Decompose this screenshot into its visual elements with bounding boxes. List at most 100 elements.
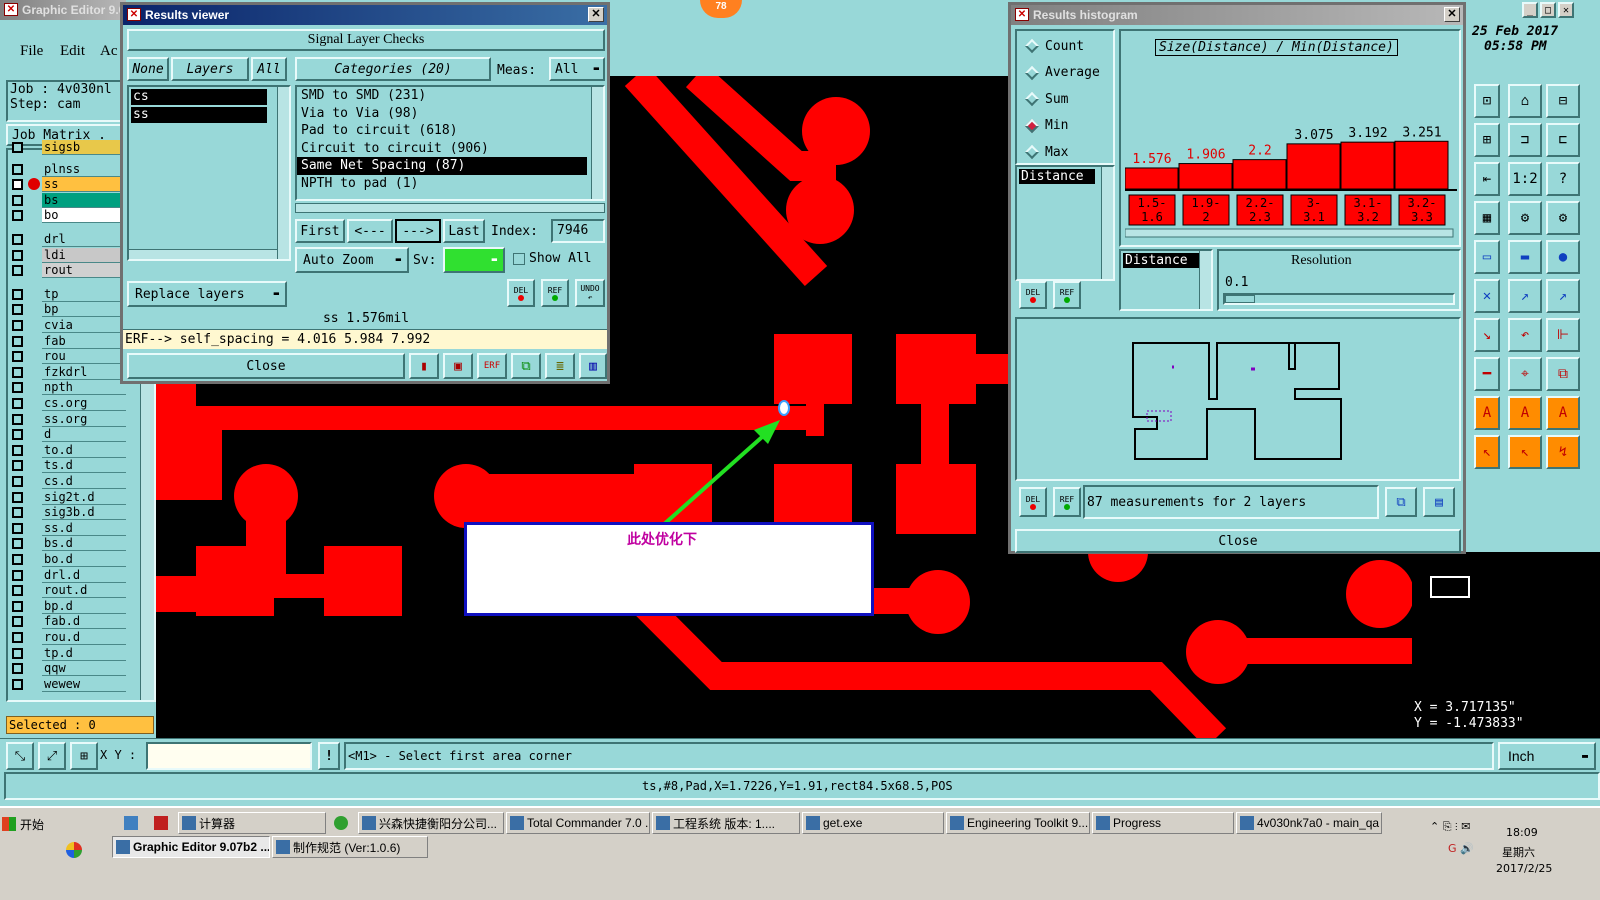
layer-checkbox[interactable] [12, 234, 23, 245]
zoom-area-button[interactable]: ⤢ [38, 742, 66, 770]
tool-button-22[interactable]: ━ [1474, 357, 1500, 391]
layer-checkbox[interactable] [12, 444, 23, 456]
layer-checkbox[interactable] [12, 647, 23, 659]
hist-del-button[interactable]: DEL [1019, 281, 1047, 309]
hist-ref-button[interactable]: REF [1053, 281, 1081, 309]
layer-checkbox[interactable] [12, 569, 23, 581]
layer-checkbox[interactable] [12, 413, 23, 425]
layer-row[interactable]: cvia [10, 318, 126, 333]
tool-button-7[interactable]: ⇤ [1474, 162, 1500, 196]
replace-layers-select[interactable]: Replace layers ▬ [127, 281, 287, 307]
pointer-tool-icon[interactable]: ▮ [409, 353, 439, 379]
taskbar-item[interactable]: 制作规范 (Ver:1.0.6) [272, 836, 428, 858]
tool-button-6[interactable]: ⊏ [1546, 123, 1580, 157]
tool-button-2[interactable]: ⌂ [1508, 84, 1542, 118]
layer-row[interactable]: rou [10, 349, 126, 365]
index-field[interactable]: 7946 [551, 219, 605, 243]
close-icon[interactable]: ✕ [1444, 7, 1460, 22]
layer-row[interactable]: cs.d [10, 474, 126, 489]
report-tool-icon[interactable]: ≣ [545, 353, 575, 379]
layer-checkbox[interactable] [12, 142, 23, 153]
layer-checkbox[interactable] [12, 288, 23, 300]
layer-row[interactable]: cs.org [10, 396, 126, 411]
categories-scrollbar[interactable] [591, 87, 603, 199]
stat-option-max[interactable]: Max [1023, 141, 1113, 163]
stat-option-average[interactable]: Average [1023, 62, 1113, 84]
layer-checkbox[interactable] [12, 663, 23, 675]
export-icon[interactable]: ⧉ [1385, 487, 1417, 517]
layer-row[interactable]: drl.d [10, 567, 126, 583]
start-button[interactable]: 开始 [2, 812, 60, 836]
notification-badge[interactable]: 78 [700, 0, 742, 18]
layer-checkbox[interactable] [12, 460, 23, 472]
histogram-tool-icon[interactable]: ▥ [579, 353, 607, 379]
category-item[interactable]: Pad to circuit (618) [297, 122, 587, 140]
layer-row[interactable]: ss.org [10, 411, 126, 427]
layer-row[interactable]: d [10, 427, 126, 443]
units-select[interactable]: Inch ▬ [1498, 742, 1596, 770]
tool-button-27[interactable]: A [1546, 396, 1580, 430]
category-item[interactable]: SMD to SMD (231) [297, 87, 587, 105]
taskbar-item[interactable]: 兴森快捷衡阳分公司... [358, 812, 504, 834]
tool-button-29[interactable]: ↖ [1508, 435, 1542, 469]
tool-button-30[interactable]: ↯ [1546, 435, 1580, 469]
layers-list-scrollbar[interactable] [277, 87, 289, 259]
menu-file[interactable]: File [20, 43, 43, 60]
taskbar-item[interactable]: Graphic Editor 9.07b2 ... [112, 836, 270, 858]
layer-checkbox[interactable] [12, 179, 23, 191]
taskbar-item[interactable]: Progress [1092, 812, 1234, 834]
field-list-scrollbar[interactable] [1101, 167, 1113, 279]
tool-button-13[interactable]: ▭ [1474, 240, 1500, 274]
last-button[interactable]: Last [443, 219, 485, 243]
layer-row[interactable]: bp.d [10, 598, 126, 614]
tool-button-25[interactable]: A [1474, 396, 1500, 430]
results-viewer-close-button[interactable]: Close [127, 353, 405, 379]
layer-row[interactable]: fzkdrl [10, 364, 126, 380]
layers-button[interactable]: Layers [171, 57, 249, 81]
layer-checkbox[interactable] [12, 249, 23, 261]
tool-button-4[interactable]: ⊞ [1474, 123, 1500, 157]
layer-row[interactable]: bp [10, 302, 126, 318]
info-button[interactable]: ! [318, 742, 340, 770]
layer-checkbox[interactable] [12, 476, 23, 487]
tool-button-1[interactable]: ⊡ [1474, 84, 1500, 118]
layer-row[interactable]: to.d [10, 442, 126, 458]
tool-button-18[interactable]: ↗ [1546, 279, 1580, 313]
layer-checkbox[interactable] [12, 491, 23, 503]
report-icon[interactable]: ▤ [1423, 487, 1455, 517]
layer-row[interactable]: qqw [10, 661, 126, 677]
stat-option-sum[interactable]: Sum [1023, 88, 1113, 110]
maximize-button[interactable]: □ [1540, 2, 1556, 18]
histogram-close-button[interactable]: Close [1015, 529, 1461, 553]
taskbar-item[interactable]: get.exe [802, 812, 944, 834]
preview-ref-button[interactable]: REF [1053, 487, 1081, 517]
tool-button-3[interactable]: ⊟ [1546, 84, 1580, 118]
layer-checkbox[interactable] [12, 194, 23, 206]
stat-option-count[interactable]: Count [1023, 35, 1113, 57]
layer-checkbox[interactable] [12, 585, 23, 597]
tool-button-11[interactable]: ⚙ [1508, 201, 1542, 235]
tool-button-14[interactable]: ▬ [1508, 240, 1542, 274]
meas-select[interactable]: All ▬ [549, 57, 605, 81]
del-button[interactable]: DEL [507, 279, 535, 307]
tool-button-9[interactable]: ? [1546, 162, 1580, 196]
tool-button-24[interactable]: ⧉ [1546, 357, 1580, 391]
quicklaunch-icon[interactable] [124, 816, 138, 830]
layer-row[interactable]: bs.d [10, 536, 126, 552]
ref-button[interactable]: REF [541, 279, 569, 307]
layer-checkbox[interactable] [12, 398, 23, 409]
category-item[interactable]: NPTH to pad (1) [297, 175, 587, 193]
layer-checkbox[interactable] [12, 265, 23, 277]
category-item[interactable]: Via to Via (98) [297, 105, 587, 123]
resolution-scrollbar[interactable] [1199, 251, 1211, 309]
layer-checkbox[interactable] [12, 320, 23, 331]
menu-edit[interactable]: Edit [60, 43, 85, 60]
layer-row[interactable]: bs [10, 192, 126, 208]
menu-actions[interactable]: Ac [100, 43, 118, 60]
taskbar-item[interactable]: Engineering Toolkit 9.... [946, 812, 1090, 834]
xy-input[interactable] [146, 742, 312, 770]
tool-button-26[interactable]: A [1508, 396, 1542, 430]
layer-checkbox[interactable] [12, 304, 23, 316]
layer-row[interactable]: wewew [10, 676, 126, 692]
categories-hscrollbar[interactable] [295, 203, 605, 213]
